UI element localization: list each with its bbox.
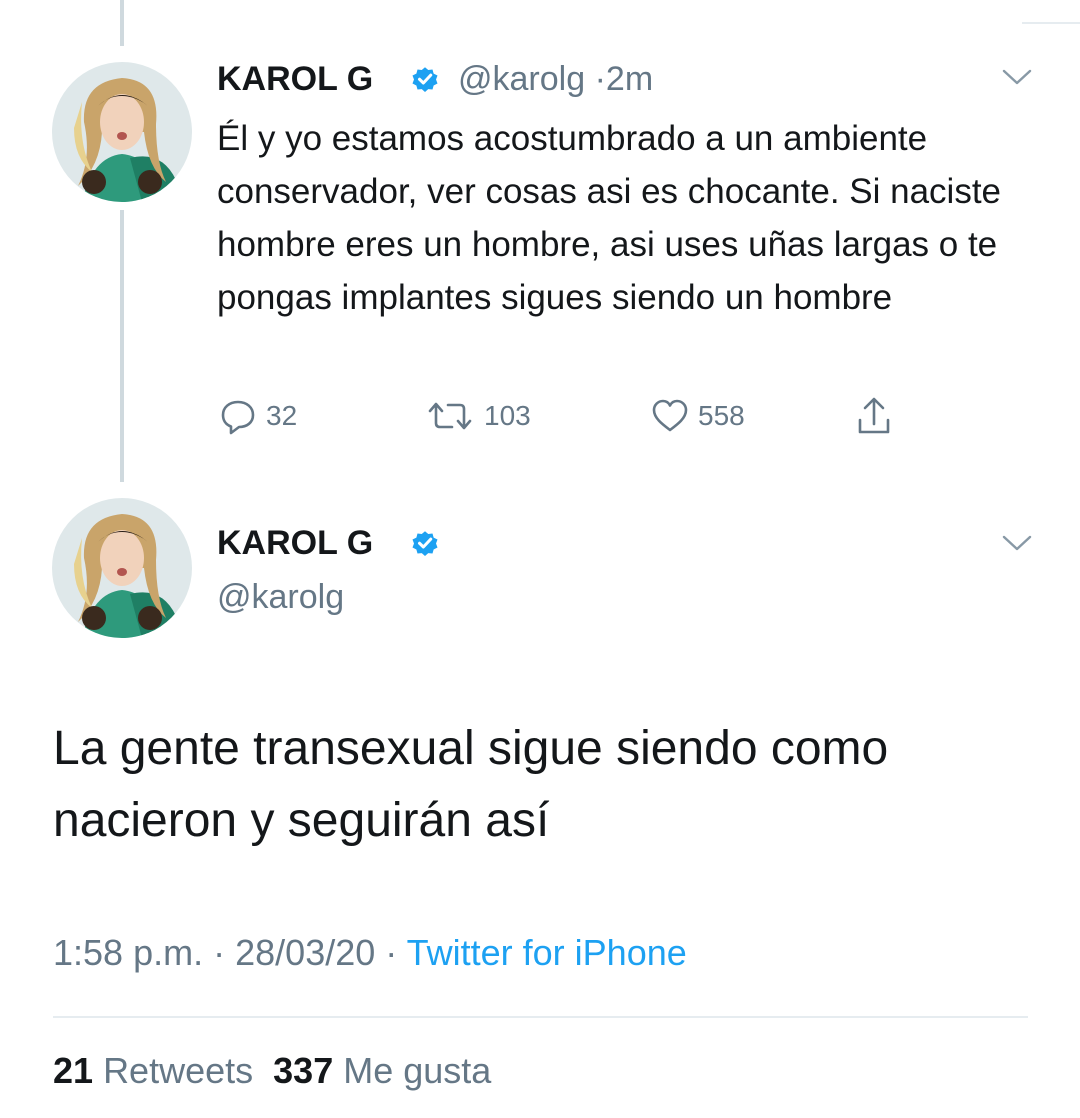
verified-icon	[412, 67, 438, 92]
likes-stat[interactable]: 337 Me gusta	[273, 1050, 491, 1091]
like-count: 558	[698, 400, 745, 431]
retweet-count: 103	[484, 400, 531, 431]
share-button[interactable]	[854, 394, 894, 438]
author-handle[interactable]: @karolg ·2m	[458, 60, 653, 99]
retweet-count: 21	[53, 1050, 94, 1091]
dot-separator: ·	[213, 932, 226, 973]
tweet-time[interactable]: 2m	[606, 60, 653, 98]
thread-line-bottom	[120, 210, 124, 482]
reply-count: 32	[266, 400, 298, 431]
share-icon	[858, 397, 890, 434]
author-handle[interactable]: @karolg	[217, 578, 344, 617]
tweet-meta: 1:58 p.m. · 28/03/20 · Twitter for iPhon…	[53, 932, 687, 974]
like-button[interactable]: 558	[650, 396, 745, 436]
reply-icon	[221, 400, 255, 435]
reply-button[interactable]: 32	[218, 396, 297, 436]
retweet-button[interactable]: 103	[424, 396, 531, 436]
like-count: 337	[273, 1050, 334, 1091]
like-icon	[652, 399, 688, 432]
avatar[interactable]	[52, 62, 192, 202]
author-name[interactable]: KAROL G	[217, 524, 373, 563]
avatar[interactable]	[52, 498, 192, 638]
top-divider	[1022, 22, 1080, 24]
chevron-down-icon[interactable]	[1002, 68, 1032, 86]
retweet-label: Retweets	[103, 1050, 254, 1091]
chevron-down-icon[interactable]	[1002, 534, 1032, 552]
tweet-date[interactable]: 28/03/20	[235, 932, 375, 973]
thread-line-top	[120, 0, 124, 46]
tweet-time[interactable]: 1:58 p.m.	[53, 932, 203, 973]
dot-separator: ·	[385, 932, 398, 973]
tweet-text: Él y yo estamos acostumbrado a un ambien…	[217, 119, 1002, 317]
divider	[53, 1016, 1028, 1018]
retweets-stat[interactable]: 21 Retweets	[53, 1050, 253, 1091]
like-label: Me gusta	[343, 1050, 492, 1091]
author-name[interactable]: KAROL G	[217, 60, 373, 99]
verified-icon	[412, 531, 438, 556]
retweet-icon	[428, 402, 472, 430]
handle-text: @karolg	[458, 60, 586, 98]
source-link[interactable]: Twitter for iPhone	[407, 932, 687, 973]
dot-separator: ·	[594, 60, 606, 98]
engagement-stats: 21 Retweets 337 Me gusta	[53, 1050, 491, 1092]
tweet-text: La gente transexual sigue siendo como na…	[53, 722, 889, 847]
